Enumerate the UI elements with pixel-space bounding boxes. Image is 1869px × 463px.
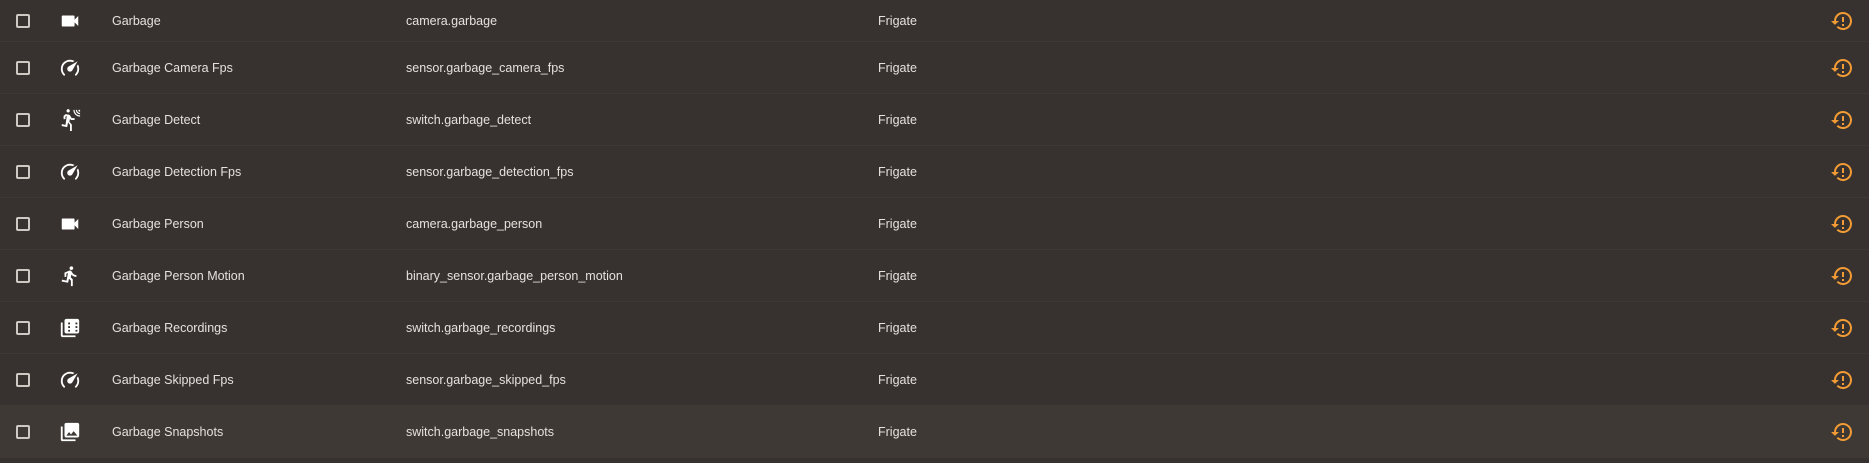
- restore-alert-icon[interactable]: [1828, 146, 1856, 197]
- video-icon: [56, 0, 84, 41]
- entity-id: switch.garbage_recordings: [406, 320, 556, 335]
- row-checkbox[interactable]: [16, 60, 30, 75]
- entities-table: Garbage camera.garbage Frigate Garbage C…: [0, 0, 1869, 463]
- row-checkbox-cell[interactable]: [16, 94, 36, 145]
- entity-name: Garbage Person Motion: [112, 268, 245, 283]
- table-row[interactable]: Garbage Snapshots switch.garbage_snapsho…: [0, 406, 1869, 458]
- restore-alert-icon[interactable]: [1828, 0, 1856, 41]
- row-checkbox-cell[interactable]: [16, 0, 36, 41]
- entity-name: Garbage Snapshots: [112, 424, 224, 439]
- table-row[interactable]: Garbage Camera Fps sensor.garbage_camera…: [0, 42, 1869, 94]
- row-checkbox-cell[interactable]: [16, 354, 36, 405]
- entity-name: Garbage Camera Fps: [112, 60, 233, 75]
- run-icon: [56, 250, 84, 301]
- row-checkbox-cell[interactable]: [16, 146, 36, 197]
- filmstrip-box-multiple-icon: [56, 302, 84, 353]
- entity-id: switch.garbage_detect: [406, 112, 532, 127]
- restore-alert-icon[interactable]: [1828, 198, 1856, 249]
- entity-id: sensor.garbage_camera_fps: [406, 60, 565, 75]
- row-checkbox[interactable]: [16, 424, 30, 439]
- speedometer-icon: [56, 42, 84, 93]
- table-row[interactable]: Garbage Detection Fps sensor.garbage_det…: [0, 146, 1869, 198]
- restore-alert-icon[interactable]: [1828, 354, 1856, 405]
- integration-name: Frigate: [878, 216, 917, 231]
- entity-name: Garbage Detect: [112, 112, 201, 127]
- row-checkbox[interactable]: [16, 320, 30, 335]
- row-checkbox[interactable]: [16, 13, 30, 28]
- entity-id: binary_sensor.garbage_person_motion: [406, 268, 623, 283]
- row-checkbox[interactable]: [16, 372, 30, 387]
- video-icon: [56, 198, 84, 249]
- integration-name: Frigate: [878, 60, 917, 75]
- restore-alert-icon[interactable]: [1828, 250, 1856, 301]
- entity-id: sensor.garbage_detection_fps: [406, 164, 574, 179]
- table-row[interactable]: Garbage Recordings switch.garbage_record…: [0, 302, 1869, 354]
- speedometer-icon: [56, 354, 84, 405]
- image-multiple-icon: [56, 406, 84, 457]
- row-checkbox-cell[interactable]: [16, 250, 36, 301]
- motion-sensor-icon: [56, 94, 84, 145]
- table-row[interactable]: Garbage Detect switch.garbage_detect Fri…: [0, 94, 1869, 146]
- entity-id: camera.garbage_person: [406, 216, 543, 231]
- table-row[interactable]: Garbage Skipped Fps sensor.garbage_skipp…: [0, 354, 1869, 406]
- row-checkbox[interactable]: [16, 216, 30, 231]
- entity-id: sensor.garbage_skipped_fps: [406, 372, 566, 387]
- entity-name: Garbage Skipped Fps: [112, 372, 234, 387]
- row-checkbox[interactable]: [16, 164, 30, 179]
- entity-name: Garbage Recordings: [112, 320, 228, 335]
- entity-name: Garbage Person: [112, 216, 204, 231]
- integration-name: Frigate: [878, 13, 917, 28]
- row-checkbox-cell[interactable]: [16, 406, 36, 457]
- entity-id: camera.garbage: [406, 13, 498, 28]
- restore-alert-icon[interactable]: [1828, 94, 1856, 145]
- entity-name: Garbage: [112, 13, 161, 28]
- integration-name: Frigate: [878, 372, 917, 387]
- entity-name: Garbage Detection Fps: [112, 164, 242, 179]
- integration-name: Frigate: [878, 320, 917, 335]
- integration-name: Frigate: [878, 112, 917, 127]
- integration-name: Frigate: [878, 268, 917, 283]
- restore-alert-icon[interactable]: [1828, 42, 1856, 93]
- table-row[interactable]: Garbage camera.garbage Frigate: [0, 0, 1869, 42]
- restore-alert-icon[interactable]: [1828, 406, 1856, 457]
- table-row[interactable]: Garbage Person camera.garbage_person Fri…: [0, 198, 1869, 250]
- integration-name: Frigate: [878, 424, 917, 439]
- row-checkbox-cell[interactable]: [16, 302, 36, 353]
- table-row[interactable]: Garbage Person Motion binary_sensor.garb…: [0, 250, 1869, 302]
- row-checkbox-cell[interactable]: [16, 198, 36, 249]
- integration-name: Frigate: [878, 164, 917, 179]
- restore-alert-icon[interactable]: [1828, 302, 1856, 353]
- row-checkbox-cell[interactable]: [16, 42, 36, 93]
- entity-id: switch.garbage_snapshots: [406, 424, 555, 439]
- row-checkbox[interactable]: [16, 112, 30, 127]
- row-checkbox[interactable]: [16, 268, 30, 283]
- speedometer-icon: [56, 146, 84, 197]
